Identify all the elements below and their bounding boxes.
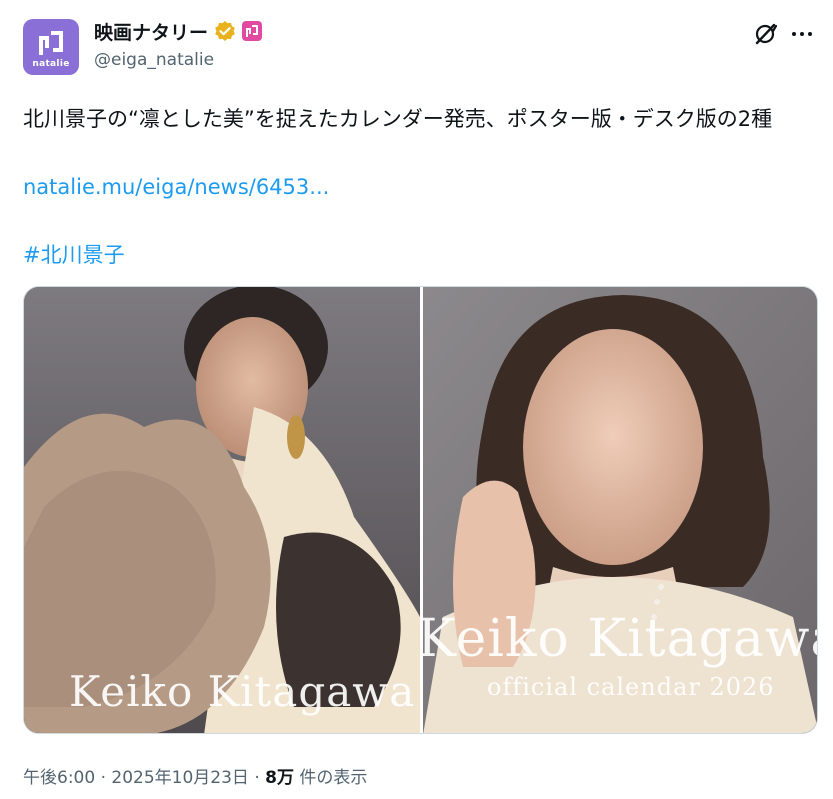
account-handle[interactable]: @eiga_natalie	[94, 50, 214, 70]
display-name[interactable]: 映画ナタリー	[94, 18, 208, 45]
verified-badge-icon[interactable]	[214, 20, 236, 42]
right-photo-subcaption: official calendar 2026	[487, 673, 775, 701]
meta-separator: ·	[100, 768, 106, 788]
affiliate-badge-icon[interactable]	[242, 21, 263, 41]
tweet-hashtag[interactable]: #北川景子	[23, 238, 125, 272]
grok-icon[interactable]	[752, 21, 778, 47]
right-photo-caption: Keiko Kitagawa	[423, 609, 818, 669]
avatar[interactable]: natalie	[23, 19, 79, 75]
tweet-date[interactable]: 2025年10月23日	[111, 768, 249, 788]
calendar-photo-left[interactable]: Keiko Kitagawa	[24, 287, 420, 733]
media-grid: Keiko Kitagawa Keiko Kitagawa official c…	[23, 286, 818, 734]
account-name-row: 映画ナタリー	[94, 18, 263, 45]
tweet-text: 北川景子の“凛とした美”を捉えたカレンダー発売、ポスター版・デスク版の2種	[23, 107, 773, 131]
calendar-photo-right[interactable]: Keiko Kitagawa official calendar 2026	[423, 287, 818, 733]
view-count: 8万	[265, 768, 294, 788]
natalie-logo-icon	[39, 31, 63, 55]
view-count-label: 件の表示	[299, 768, 368, 788]
tweet-meta: 午後6:00 · 2025年10月23日 · 8万 件の表示	[23, 763, 367, 788]
tweet-link[interactable]: natalie.mu/eiga/news/6453...	[23, 170, 329, 204]
meta-separator-2: ·	[254, 768, 260, 788]
more-icon[interactable]	[792, 27, 816, 41]
left-photo-caption: Keiko Kitagawa	[69, 667, 416, 716]
avatar-brand-text: natalie	[32, 59, 70, 69]
tweet-time[interactable]: 午後6:00	[23, 768, 95, 788]
